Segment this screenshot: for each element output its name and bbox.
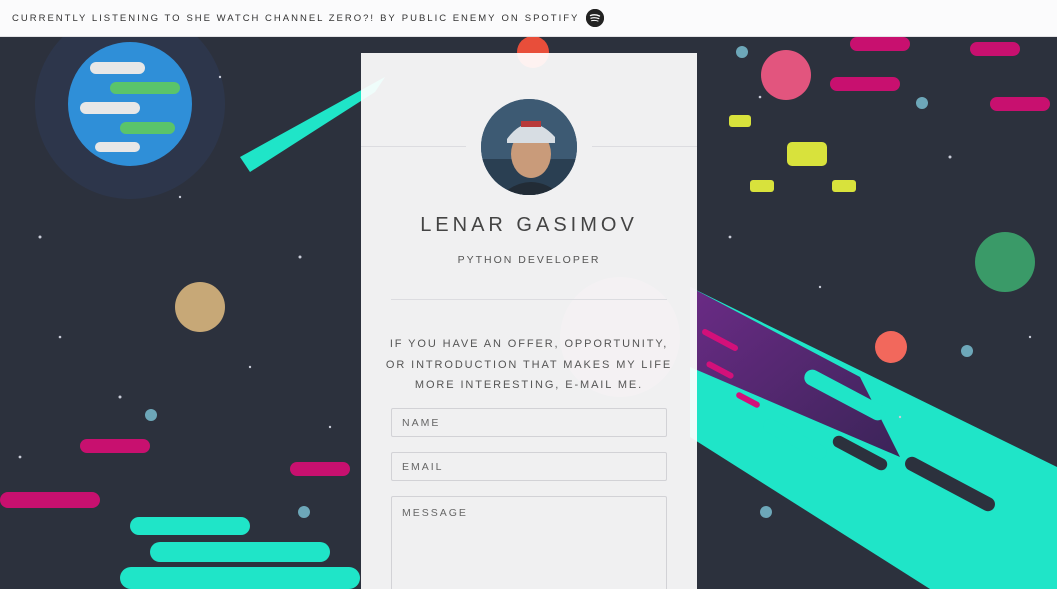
now-playing-prefix: CURRENTLY LISTENING TO — [12, 12, 182, 24]
avatar — [481, 99, 577, 195]
spotify-icon[interactable] — [586, 9, 605, 27]
contact-card: LENAR GASIMOV PYTHON DEVELOPER IF YOU HA… — [361, 53, 697, 589]
orange-planet — [875, 331, 907, 363]
profile-role: PYTHON DEVELOPER — [457, 254, 601, 266]
avatar-rule-right — [592, 146, 697, 147]
avatar-rule-left — [361, 146, 466, 147]
message-field[interactable] — [391, 496, 667, 589]
now-playing-by: BY — [380, 12, 397, 24]
green-planet — [975, 232, 1035, 292]
now-playing-text: CURRENTLY LISTENING TO SHE WATCH CHANNEL… — [12, 9, 609, 27]
earth-planet — [35, 37, 225, 199]
pink-planet — [761, 50, 811, 100]
artist-link[interactable]: PUBLIC ENEMY — [402, 13, 497, 24]
big-comet — [690, 287, 1057, 589]
track-link[interactable]: SHE WATCH CHANNEL ZERO?! — [186, 13, 375, 24]
contact-pitch: IF YOU HAVE AN OFFER, OPPORTUNITY, OR IN… — [385, 338, 673, 391]
email-field[interactable] — [391, 452, 667, 481]
section-divider — [391, 299, 667, 300]
name-field[interactable] — [391, 408, 667, 437]
service-link[interactable]: SPOTIFY — [525, 13, 580, 24]
tan-planet — [175, 282, 225, 332]
now-playing-bar: CURRENTLY LISTENING TO SHE WATCH CHANNEL… — [0, 0, 1057, 37]
now-playing-on: ON — [501, 12, 520, 24]
profile-name: LENAR GASIMOV — [420, 214, 638, 236]
cyan-cloud — [120, 517, 360, 589]
spaceships — [729, 115, 856, 192]
